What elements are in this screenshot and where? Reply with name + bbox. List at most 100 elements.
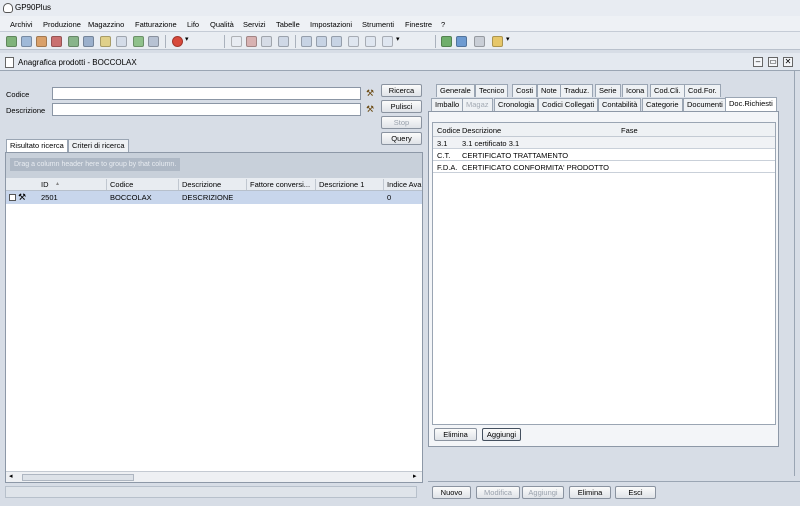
tab-generale[interactable]: Generale — [436, 84, 475, 97]
excel-icon[interactable] — [441, 36, 452, 47]
column-codice[interactable]: Codice — [437, 126, 460, 135]
tab-icona[interactable]: Icona — [622, 84, 649, 97]
menu-qualita[interactable]: Qualità — [210, 20, 234, 29]
descrizione-field[interactable] — [52, 103, 361, 116]
power-icon[interactable] — [172, 36, 183, 47]
menu-impostazioni[interactable]: Impostazioni — [310, 20, 352, 29]
tab-risultato-ricerca[interactable]: Risultato ricerca — [6, 139, 68, 152]
delete-icon[interactable] — [51, 36, 62, 47]
table-row[interactable]: ⚒ 2501 BOCCOLAX DESCRIZIONE 0 — [6, 191, 422, 204]
new-icon[interactable] — [6, 36, 17, 47]
search-icon[interactable] — [278, 36, 289, 47]
open-icon[interactable] — [21, 36, 32, 47]
tab-magaz[interactable]: Magaz — [462, 98, 493, 111]
chevron-down-icon[interactable]: ▾ — [506, 36, 512, 47]
esci-button[interactable]: Esci — [615, 486, 656, 499]
table-row[interactable]: C.T. CERTIFICATO TRATTAMENTO — [433, 149, 775, 161]
aggiungi-doc-button[interactable]: Aggiungi — [482, 428, 521, 441]
scroll-right-icon[interactable]: ▸ — [413, 472, 417, 480]
ricerca-button[interactable]: Ricerca — [381, 84, 422, 97]
tab-criteri-ricerca[interactable]: Criteri di ricerca — [68, 139, 129, 152]
table-row[interactable]: F.D.A. CERTIFICATO CONFORMITA' PRODOTTO — [433, 161, 775, 173]
column-fase[interactable]: Fase — [621, 126, 638, 135]
column-codice[interactable]: Codice — [110, 180, 133, 189]
restore-button[interactable]: ▭ — [768, 57, 778, 67]
tab-categorie[interactable]: Categorie — [642, 98, 683, 111]
scrollbar-thumb[interactable] — [22, 474, 134, 481]
close-button[interactable]: ✕ — [783, 57, 793, 67]
modifica-button[interactable]: Modifica — [476, 486, 520, 499]
tools-icon[interactable] — [261, 36, 272, 47]
chevron-down-icon[interactable]: ▾ — [396, 36, 402, 47]
row-checkbox[interactable] — [9, 194, 16, 201]
window-icon[interactable] — [231, 36, 242, 47]
menu-fatturazione[interactable]: Fatturazione — [135, 20, 177, 29]
tab-contabilita[interactable]: Contabilità — [598, 98, 642, 111]
nuovo-button[interactable]: Nuovo — [432, 486, 471, 499]
layout2-icon[interactable] — [316, 36, 327, 47]
column-id[interactable]: ID — [41, 180, 49, 189]
elimina-button[interactable]: Elimina — [569, 486, 611, 499]
tab-serie[interactable]: Serie — [595, 84, 621, 97]
app-title-bar: GP90Plus — [0, 0, 800, 16]
layout3-icon[interactable] — [331, 36, 342, 47]
menu-help[interactable]: ? — [441, 20, 445, 29]
lookup-icon[interactable]: ⚒ — [364, 88, 376, 99]
lookup-icon[interactable]: ⚒ — [364, 104, 376, 115]
horizontal-scrollbar[interactable]: ◂ ▸ — [6, 471, 422, 482]
toolbar-separator — [295, 35, 296, 48]
tab-traduz[interactable]: Traduz. — [560, 84, 594, 97]
tab-imballo[interactable]: Imballo — [431, 98, 464, 111]
list-icon[interactable] — [382, 36, 393, 47]
mail-icon[interactable] — [456, 36, 467, 47]
codice-field[interactable] — [52, 87, 361, 100]
run-icon[interactable] — [133, 36, 144, 47]
printer-icon[interactable] — [474, 36, 485, 47]
menu-lifo[interactable]: Lifo — [187, 20, 199, 29]
query-button[interactable]: Query — [381, 132, 422, 145]
chevron-down-icon[interactable]: ▾ — [185, 36, 191, 47]
tab-note[interactable]: Note — [537, 84, 561, 97]
tab-cronologia[interactable]: Cronologia — [494, 98, 539, 111]
menu-magazzino[interactable]: Magazzino — [88, 20, 124, 29]
column-descrizione[interactable]: Descrizione — [182, 180, 221, 189]
aggiungi-button[interactable]: Aggiungi — [522, 486, 564, 499]
paste-icon[interactable] — [116, 36, 127, 47]
minimize-button[interactable]: – — [753, 57, 763, 67]
column-indice[interactable]: Indice Ava — [387, 180, 421, 189]
elimina-doc-button[interactable]: Elimina — [434, 428, 477, 441]
layout-icon[interactable] — [301, 36, 312, 47]
pulisci-button[interactable]: Pulisci — [381, 100, 422, 113]
table-row[interactable]: 3.1 3.1 certificato 3.1 — [433, 137, 775, 149]
stop-button[interactable]: Stop — [381, 116, 422, 129]
tile-icon[interactable] — [348, 36, 359, 47]
tab-cod-cli[interactable]: Cod.Cli. — [650, 84, 685, 97]
column-fattore[interactable]: Fattore conversi... — [250, 180, 310, 189]
save-icon[interactable] — [36, 36, 47, 47]
export-icon[interactable] — [68, 36, 79, 47]
menu-archivi[interactable]: Archivi — [10, 20, 33, 29]
cell-descrizione: DESCRIZIONE — [182, 193, 234, 202]
folder-icon[interactable] — [492, 36, 503, 47]
tab-codici-collegati[interactable]: Codici Collegati — [538, 98, 599, 111]
print-preview-icon[interactable] — [83, 36, 94, 47]
refresh-icon[interactable] — [148, 36, 159, 47]
menu-servizi[interactable]: Servizi — [243, 20, 266, 29]
menu-strumenti[interactable]: Strumenti — [362, 20, 394, 29]
tab-tecnico[interactable]: Tecnico — [475, 84, 509, 97]
tab-costi[interactable]: Costi — [512, 84, 538, 97]
tab-documenti[interactable]: Documenti — [683, 98, 727, 111]
report-icon[interactable] — [246, 36, 257, 47]
footer-divider — [428, 481, 800, 482]
tab-doc-richiesti[interactable]: Doc.Richiesti — [725, 97, 777, 111]
group-by-area[interactable]: Drag a column header here to group by th… — [6, 153, 422, 178]
menu-tabelle[interactable]: Tabelle — [276, 20, 300, 29]
scroll-left-icon[interactable]: ◂ — [9, 472, 13, 480]
menu-produzione[interactable]: Produzione — [43, 20, 81, 29]
menu-finestre[interactable]: Finestre — [405, 20, 432, 29]
tab-cod-for[interactable]: Cod.For. — [684, 84, 721, 97]
text-icon[interactable] — [365, 36, 376, 47]
column-descrizione[interactable]: Descrizione — [462, 126, 501, 135]
column-descrizione1[interactable]: Descrizione 1 — [319, 180, 364, 189]
copy-icon[interactable] — [100, 36, 111, 47]
